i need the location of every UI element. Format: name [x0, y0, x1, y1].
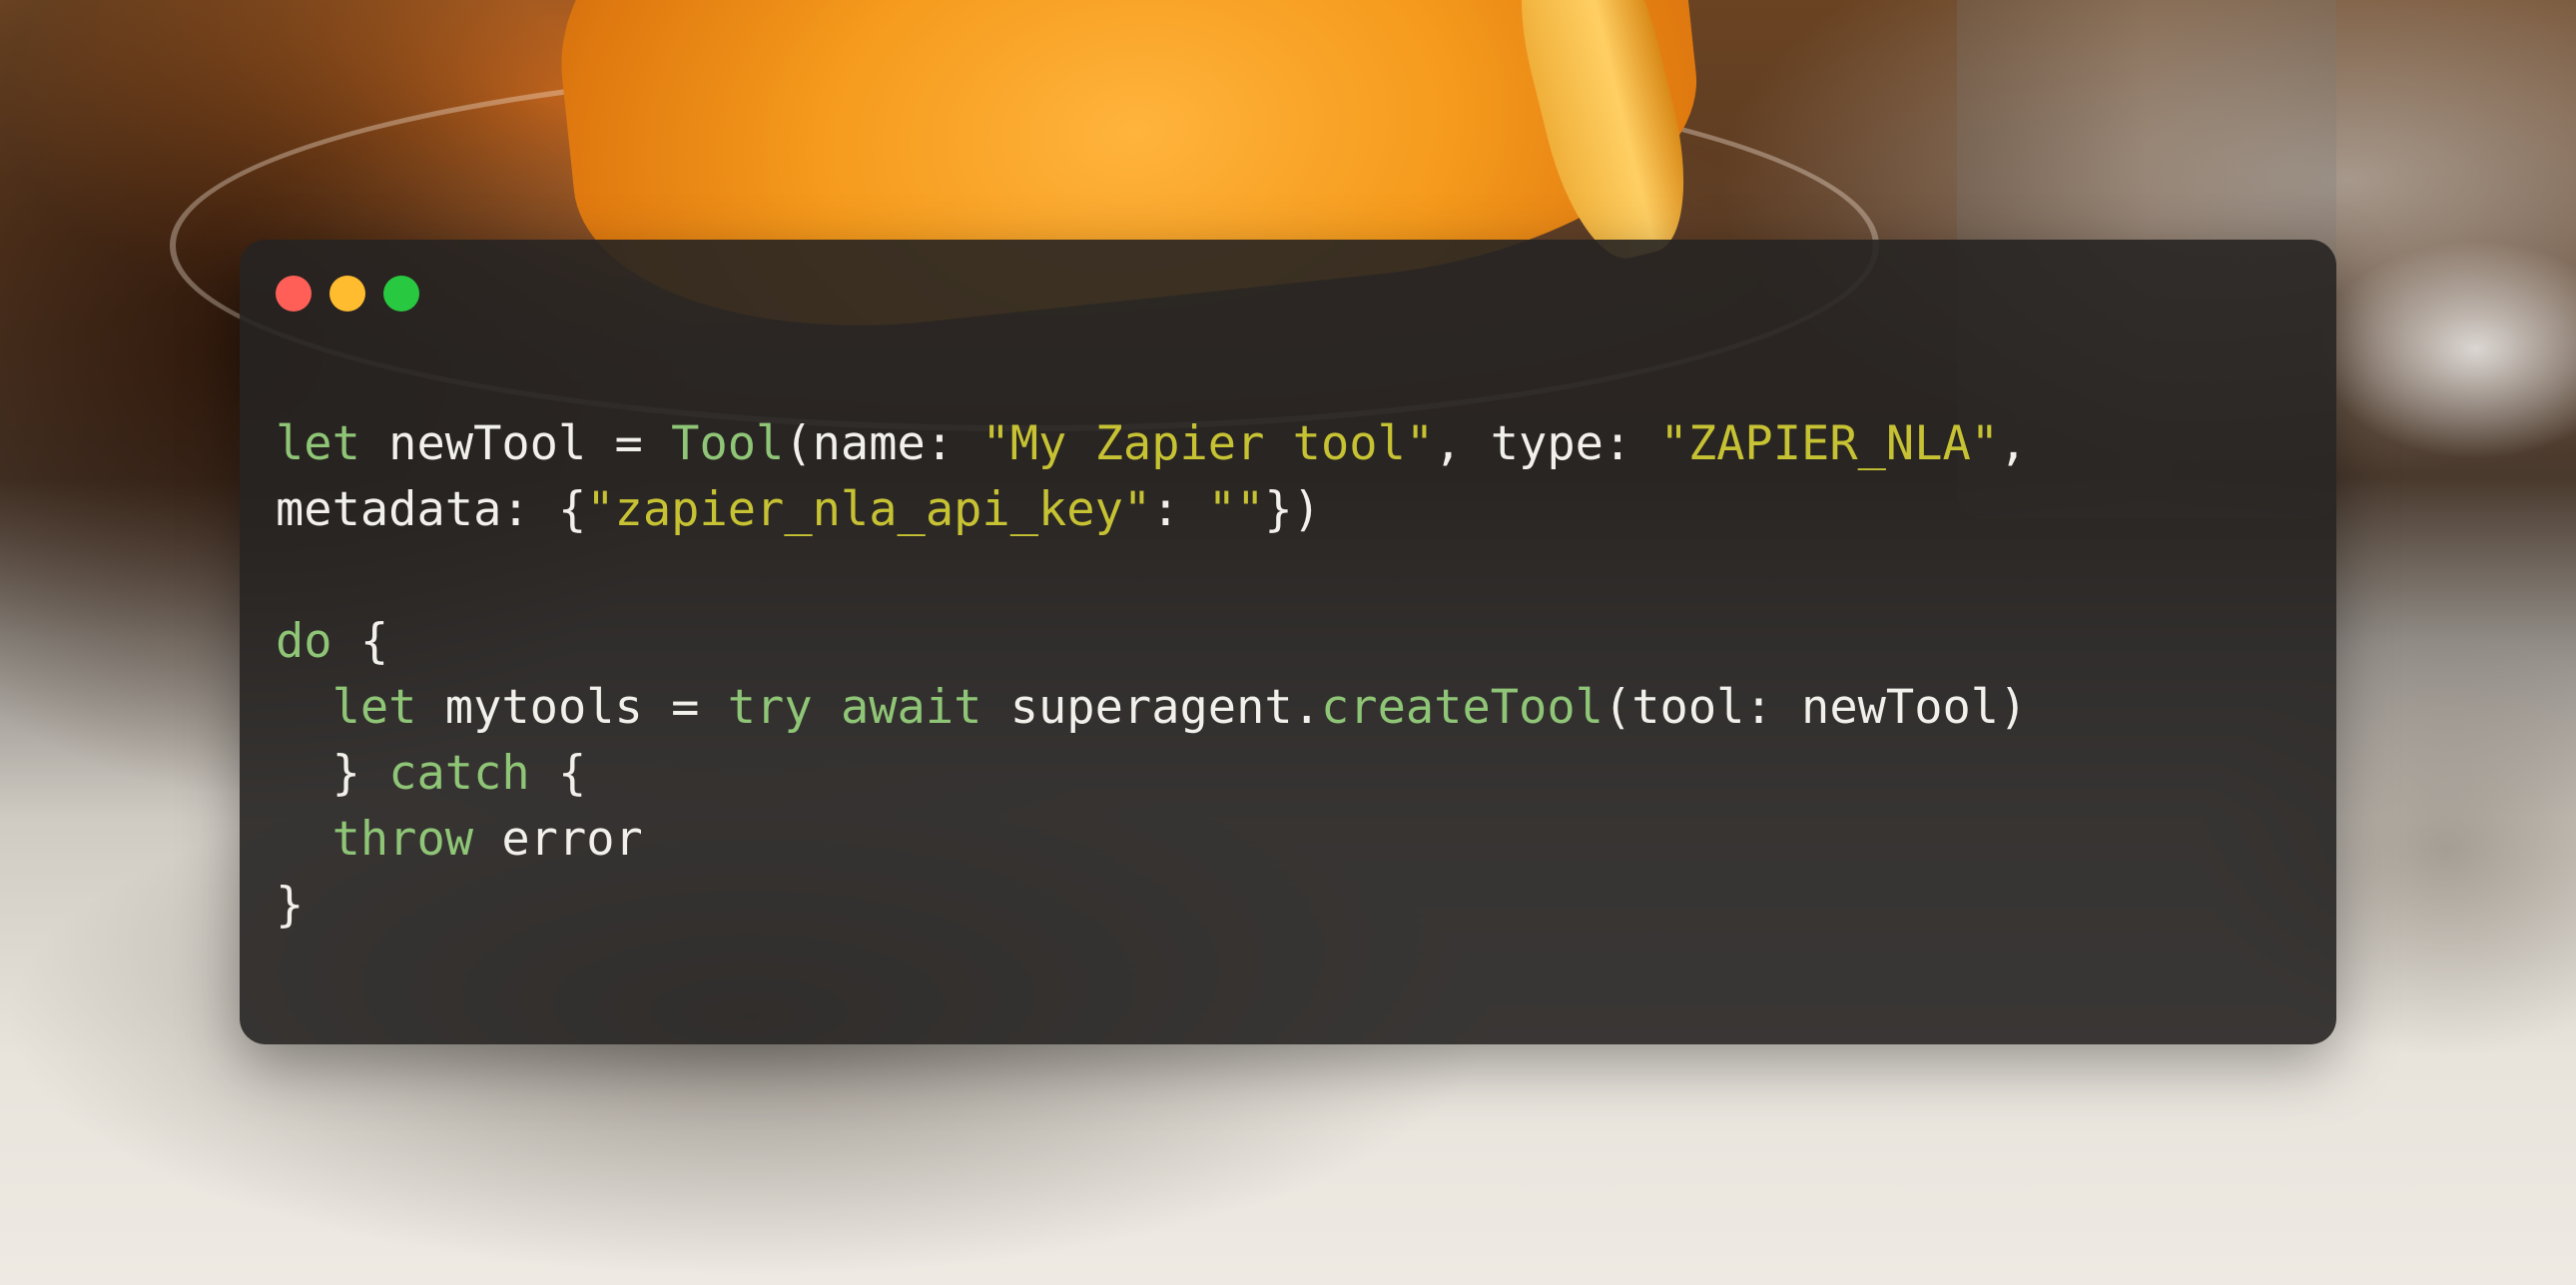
- code-window: let newTool = Tool(name: "My Zapier tool…: [240, 240, 2336, 1044]
- zoom-button[interactable]: [383, 276, 419, 312]
- window-controls: [276, 276, 419, 312]
- code-token-plain: {: [529, 746, 587, 801]
- code-token-plain: metadata: {: [276, 482, 587, 537]
- code-token-string: "zapier_nla_api_key": [586, 482, 1152, 537]
- code-token-string: "ZAPIER_NLA": [1659, 416, 2000, 471]
- code-token-string: "My Zapier tool": [981, 416, 1435, 471]
- code-line: } catch {: [276, 741, 2027, 807]
- code-line: }: [276, 873, 2027, 939]
- code-line: metadata: {"zapier_nla_api_key": ""}): [276, 477, 2027, 543]
- close-button[interactable]: [276, 276, 312, 312]
- code-line: let newTool = Tool(name: "My Zapier tool…: [276, 411, 2027, 477]
- code-token-plain: }: [276, 878, 305, 933]
- code-token-plain: }: [276, 746, 389, 801]
- code-line: throw error: [276, 807, 2027, 873]
- code-token-plain: newTool =: [359, 416, 672, 471]
- code-token-plain: {: [331, 614, 389, 669]
- code-block: let newTool = Tool(name: "My Zapier tool…: [276, 411, 2027, 939]
- code-token-plain: (tool: newTool): [1603, 680, 2028, 735]
- code-token-plain: error: [473, 812, 643, 867]
- code-token-plain: , type:: [1434, 416, 1660, 471]
- code-token-function: createTool: [1320, 680, 1604, 735]
- code-line: do {: [276, 609, 2027, 675]
- code-token-keyword: let: [276, 416, 360, 471]
- minimize-button[interactable]: [329, 276, 365, 312]
- code-token-plain: :: [1151, 482, 1208, 537]
- code-token-keyword: await: [840, 680, 982, 735]
- code-token-function: Tool: [671, 416, 785, 471]
- code-token-keyword: try: [727, 680, 813, 735]
- code-token-keyword: let: [331, 680, 417, 735]
- code-token-keyword: catch: [388, 746, 530, 801]
- glass-reflection: [2316, 240, 2576, 459]
- code-token-plain: ,: [1999, 416, 2028, 471]
- code-token-plain: superagent.: [981, 680, 1321, 735]
- code-line: let mytools = try await superagent.creat…: [276, 675, 2028, 741]
- code-token-plain: }): [1264, 482, 1321, 537]
- code-token-keyword: throw: [331, 812, 474, 867]
- code-token-string: "": [1207, 482, 1265, 537]
- code-token-keyword: do: [276, 614, 332, 669]
- code-token-plain: mytools =: [416, 680, 728, 735]
- code-token-plain: (name:: [784, 416, 982, 471]
